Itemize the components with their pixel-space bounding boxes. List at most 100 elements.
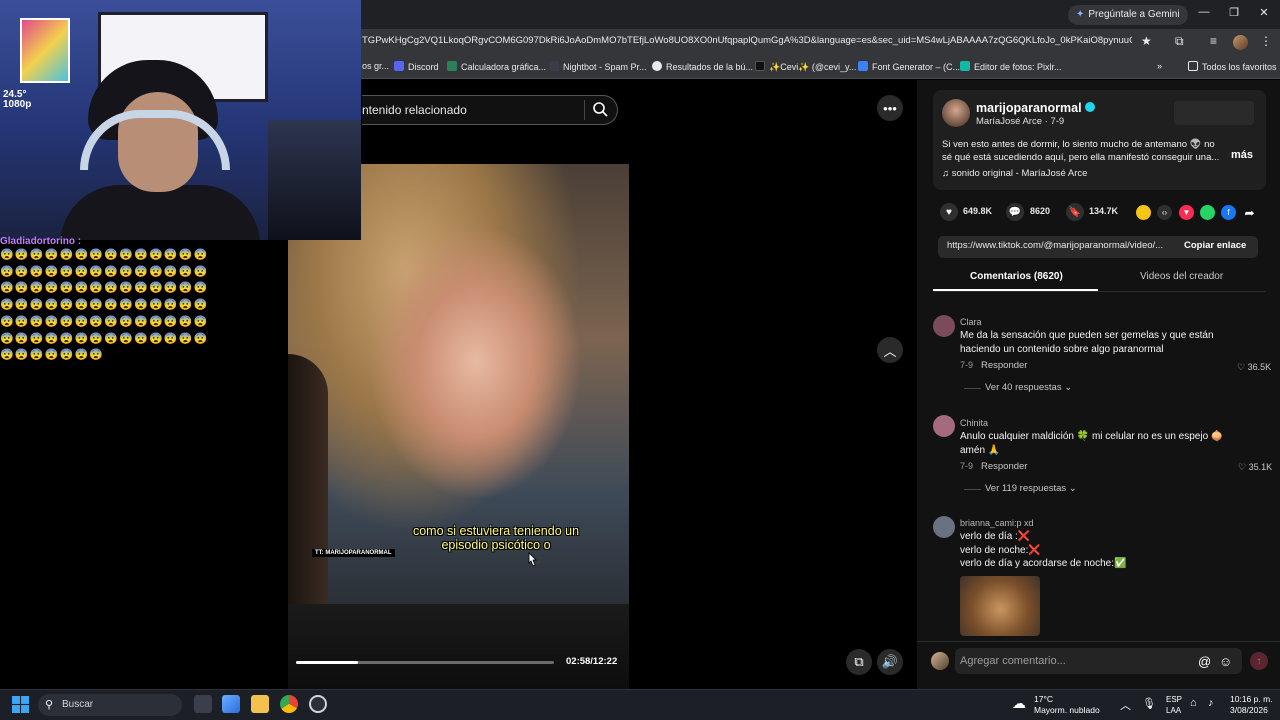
restore-button[interactable]: ❐ bbox=[1224, 6, 1244, 19]
facebook-icon[interactable]: f bbox=[1221, 205, 1236, 220]
chevron-down-icon: ⌄ bbox=[1066, 483, 1077, 494]
network-icon[interactable]: ⌂ bbox=[1190, 697, 1197, 709]
bookmarks-overflow-icon[interactable]: » bbox=[1157, 61, 1162, 71]
reply-button[interactable]: Responder bbox=[981, 360, 1027, 371]
code-icon[interactable]: ‹› bbox=[1157, 205, 1172, 220]
comment-username[interactable]: Chinita bbox=[960, 418, 988, 428]
url-text[interactable]: TGPwKHgCg2VQ1LkoqORgvCOM6G097DkRi6JoAoDm… bbox=[362, 35, 1132, 46]
comment-image-cat[interactable] bbox=[960, 576, 1040, 636]
extensions-icon[interactable]: ⧉ bbox=[1175, 34, 1184, 49]
tab-comments[interactable]: Comentarios (8620) bbox=[970, 271, 1063, 282]
mention-icon[interactable]: @ bbox=[1198, 654, 1211, 669]
chevron-up-icon[interactable]: ︿ bbox=[877, 337, 903, 363]
caption-more-link[interactable]: más bbox=[1231, 149, 1253, 161]
taskbar-search[interactable] bbox=[38, 694, 182, 716]
view-replies-button[interactable]: Ver 40 respuestas ⌄ bbox=[985, 382, 1072, 393]
comment-avatar[interactable] bbox=[933, 315, 955, 337]
obs-icon[interactable] bbox=[309, 695, 327, 713]
gemini-button[interactable]: ✦ Pregúntale a Gemini bbox=[1068, 5, 1188, 25]
media-controls-icon[interactable]: ≡ bbox=[1210, 34, 1217, 48]
comment-avatar[interactable] bbox=[933, 415, 955, 437]
speaker-icon[interactable]: ♪ bbox=[1208, 697, 1214, 709]
comment-likes[interactable]: ♡ 36.5K bbox=[1237, 362, 1271, 373]
close-window-button[interactable]: ✕ bbox=[1254, 6, 1274, 19]
heart-icon[interactable]: ♥ bbox=[940, 203, 958, 221]
stat-resolution: 1080p bbox=[3, 99, 32, 110]
video-secondary-person bbox=[288, 354, 328, 604]
bookmark-item[interactable]: ✨Cevi✨ (@cevi_y... bbox=[755, 61, 856, 73]
search-input[interactable]: ntenido relacionado bbox=[362, 103, 467, 117]
language-indicator[interactable]: ESP bbox=[1166, 695, 1182, 704]
webcam-room bbox=[268, 120, 361, 240]
reply-button[interactable]: Responder bbox=[981, 461, 1027, 472]
embed-share-icon[interactable] bbox=[1136, 205, 1151, 220]
share-icon[interactable]: ➦ bbox=[1242, 205, 1257, 220]
user-avatar[interactable] bbox=[931, 652, 949, 670]
task-view-icon[interactable] bbox=[194, 695, 212, 713]
clock-date[interactable]: 3/08/2026 bbox=[1230, 705, 1268, 715]
file-explorer-icon[interactable] bbox=[251, 695, 269, 713]
bookmark-item[interactable]: os gr... bbox=[362, 61, 389, 71]
video-link[interactable]: https://www.tiktok.com/@marijoparanormal… bbox=[947, 240, 1173, 251]
bookmark-item-discord[interactable]: Discord bbox=[394, 61, 439, 72]
tab-creator-videos[interactable]: Videos del creador bbox=[1140, 271, 1223, 282]
bookmark-item[interactable]: Editor de fotos: Pixlr... bbox=[960, 61, 1062, 72]
post-comment-button[interactable]: ↑ bbox=[1250, 652, 1268, 670]
more-options-icon[interactable]: ••• bbox=[877, 95, 903, 121]
view-replies-button[interactable]: Ver 119 respuestas ⌄ bbox=[985, 483, 1077, 494]
all-bookmarks[interactable]: Todos los favoritos bbox=[1188, 61, 1277, 72]
tray-overflow-icon[interactable]: ︿ bbox=[1120, 697, 1131, 713]
dev-app-icon[interactable] bbox=[222, 695, 240, 713]
emoji-icon[interactable]: ☺ bbox=[1219, 654, 1232, 669]
discord-icon bbox=[394, 61, 404, 71]
creator-avatar[interactable] bbox=[942, 99, 970, 127]
whatsapp-icon[interactable] bbox=[1200, 205, 1215, 220]
search-icon: ⚲ bbox=[45, 699, 54, 711]
comment-text-line: verlo de día :❌ bbox=[960, 531, 1031, 542]
weather-description[interactable]: Mayorm. nublado bbox=[1034, 705, 1100, 715]
menu-kebab-icon[interactable]: ⋮ bbox=[1260, 34, 1272, 48]
pip-icon[interactable]: ⧉ bbox=[846, 649, 872, 675]
comment-text: Anulo cualquier maldición 🍀 mi celular n… bbox=[960, 431, 1224, 456]
comment-avatar[interactable] bbox=[933, 516, 955, 538]
bookmark-item[interactable]: Font Generator – (C... bbox=[858, 61, 960, 72]
bookmark-item[interactable]: Resultados de la bú... bbox=[652, 61, 753, 72]
keyboard-layout[interactable]: LAA bbox=[1166, 706, 1181, 715]
comment-icon[interactable]: 💬 bbox=[1006, 203, 1024, 221]
wall-poster bbox=[20, 18, 70, 83]
microphone-icon[interactable]: 🎙 bbox=[1142, 697, 1156, 710]
profile-avatar[interactable] bbox=[1233, 35, 1248, 50]
bookmark-item[interactable]: Calculadora gráfica... bbox=[447, 61, 546, 72]
follow-button[interactable] bbox=[1174, 101, 1254, 125]
video-progress-bar[interactable] bbox=[296, 661, 554, 664]
chrome-icon[interactable] bbox=[280, 695, 298, 713]
video-subtitle: como si estuviera teniendo un episodio p… bbox=[393, 524, 599, 552]
search-icon[interactable] bbox=[592, 101, 608, 117]
weather-icon[interactable]: ☁ bbox=[1012, 695, 1026, 712]
bookmark-star-icon[interactable]: ★ bbox=[1141, 34, 1152, 48]
comment-date: 7-9 bbox=[960, 360, 974, 370]
streamer-shirt bbox=[60, 185, 260, 240]
tiktok-icon bbox=[755, 61, 765, 71]
creator-handle[interactable]: marijoparanormal bbox=[976, 101, 1095, 115]
clock-time[interactable]: 10:16 p. m. bbox=[1230, 694, 1273, 704]
comment-username[interactable]: Clara bbox=[960, 317, 982, 327]
comment-likes[interactable]: ♡ 35.1K bbox=[1238, 462, 1272, 473]
windows-start-icon[interactable] bbox=[12, 696, 29, 713]
sparkle-icon: ✦ bbox=[1076, 9, 1085, 20]
chat-message: 😨😨😨😨😨😨😨😨😨😨😨😨😨😨😨😨😨😨😨😨😨😨😨😨😨😨😨😨😨😨😨😨😨😨😨😨😨😨😨😨… bbox=[0, 249, 209, 362]
comment-text: Me da la sensación que pueden ser gemela… bbox=[960, 330, 1214, 355]
copy-link-button[interactable]: Copiar enlace bbox=[1184, 240, 1246, 251]
minimize-button[interactable]: — bbox=[1194, 6, 1214, 18]
send-icon[interactable]: ▼ bbox=[1179, 205, 1194, 220]
sound-link[interactable]: ♫ sonido original - MaríaJosé Arce bbox=[942, 168, 1087, 179]
bookmark-icon[interactable]: 🔖 bbox=[1066, 203, 1084, 221]
volume-icon[interactable]: 🔊 bbox=[877, 649, 903, 675]
replies-divider bbox=[964, 489, 981, 490]
gemini-label: Pregúntale a Gemini bbox=[1088, 9, 1180, 20]
comment-username[interactable]: brianna_cami:p xd bbox=[960, 518, 1034, 528]
bookmark-item[interactable]: Nightbot - Spam Pr... bbox=[549, 61, 647, 72]
weather-temperature[interactable]: 17°C bbox=[1034, 694, 1053, 704]
video-time: 02:58/12:22 bbox=[566, 656, 618, 667]
heart-outline-icon: ♡ bbox=[1237, 362, 1248, 372]
